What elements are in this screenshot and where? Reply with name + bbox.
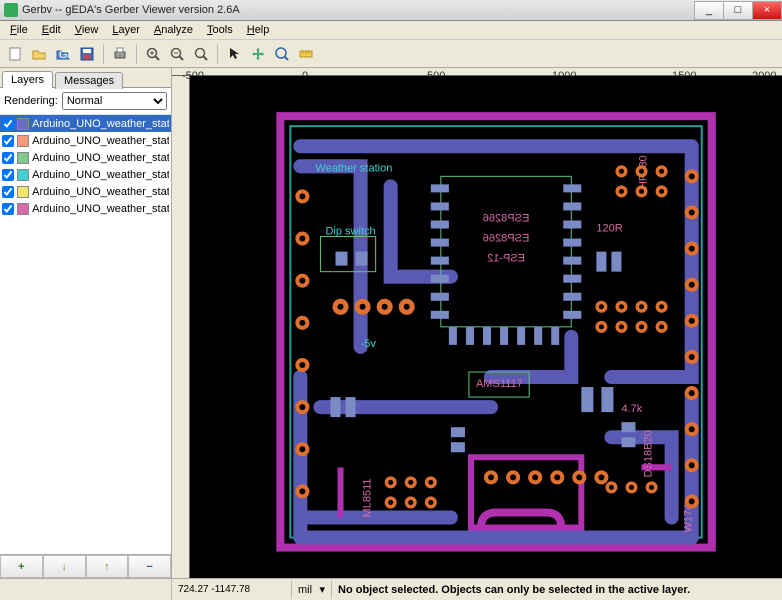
silk-chip3: ESP-12 [487, 253, 525, 265]
layer-name-label: Arduino_UNO_weather_station_: [32, 169, 169, 181]
silk-chip2: ESP8266 [483, 233, 530, 245]
menu-layer[interactable]: Layer [106, 23, 146, 37]
add-layer-button[interactable]: + [0, 555, 43, 578]
menubar: File Edit View Layer Analyze Tools Help [0, 21, 782, 40]
tab-messages[interactable]: Messages [55, 72, 123, 89]
zoom-tool-icon[interactable] [271, 43, 293, 65]
layer-visibility-checkbox[interactable] [2, 135, 14, 147]
layer-color-swatch[interactable] [17, 135, 29, 147]
layer-color-swatch[interactable] [17, 118, 29, 130]
menu-view[interactable]: View [69, 23, 105, 37]
window-title: Gerbv -- gEDA's Gerber Viewer version 2.… [22, 4, 240, 16]
remove-layer-button[interactable]: − [128, 555, 171, 578]
silk-minus5v: -5v [361, 338, 377, 350]
layer-name-label: Arduino_UNO_weather_station_: [32, 203, 169, 215]
silk-chip1: ESP8266 [483, 213, 530, 225]
layer-row[interactable]: Arduino_UNO_weather_station_: [0, 115, 171, 132]
layer-name-label: Arduino_UNO_weather_station_: [32, 135, 169, 147]
layer-color-swatch[interactable] [17, 203, 29, 215]
titlebar: Gerbv -- gEDA's Gerber Viewer version 2.… [0, 0, 782, 21]
open-icon[interactable] [28, 43, 50, 65]
silk-r1: 120R [596, 223, 622, 235]
layer-row[interactable]: Arduino_UNO_weather_station_: [0, 200, 171, 217]
layer-name-label: Arduino_UNO_weather_station_: [32, 152, 169, 164]
layer-visibility-checkbox[interactable] [2, 186, 14, 198]
menu-analyze[interactable]: Analyze [148, 23, 199, 37]
toolbar: GB [0, 40, 782, 68]
layer-row[interactable]: Arduino_UNO_weather_station_: [0, 166, 171, 183]
layer-row[interactable]: Arduino_UNO_weather_station_: [0, 132, 171, 149]
layer-visibility-checkbox[interactable] [2, 118, 14, 130]
silk-title: Weather station [315, 163, 392, 175]
viewer: -5000500100015002000 [172, 68, 782, 578]
status-coord: 724.27 -1147.78 [172, 581, 292, 599]
pointer-icon[interactable] [223, 43, 245, 65]
print-icon[interactable] [109, 43, 131, 65]
status-message: No object selected. Objects can only be … [332, 581, 782, 599]
menu-help[interactable]: Help [241, 23, 276, 37]
new-icon[interactable] [4, 43, 26, 65]
ruler-vertical [172, 76, 190, 578]
menu-tools[interactable]: Tools [201, 23, 239, 37]
layer-name-label: Arduino_UNO_weather_station_: [32, 186, 169, 198]
layer-visibility-checkbox[interactable] [2, 169, 14, 181]
menu-file[interactable]: File [4, 23, 34, 37]
layer-visibility-checkbox[interactable] [2, 152, 14, 164]
layer-visibility-checkbox[interactable] [2, 203, 14, 215]
menu-edit[interactable]: Edit [36, 23, 67, 37]
layer-color-swatch[interactable] [17, 152, 29, 164]
rendering-label: Rendering: [4, 95, 58, 107]
silk-dip: Dip switch [325, 226, 375, 238]
layer-name-label: Arduino_UNO_weather_station_: [32, 118, 169, 130]
pcb-canvas[interactable]: Weather station ESP8266 ESP8266 ESP-12 D… [190, 76, 782, 578]
close-button[interactable]: × [752, 1, 782, 20]
silk-vreg: AMS1117 [476, 378, 523, 390]
sidebar: Layers Messages Rendering: Normal Arduin… [0, 68, 172, 578]
layer-color-swatch[interactable] [17, 186, 29, 198]
status-unit[interactable]: mil▾ [292, 581, 332, 599]
silk-ds: DS18B20 [643, 431, 655, 478]
move-up-button[interactable]: ↑ [86, 555, 129, 578]
silk-r2: 4.7k [621, 403, 642, 415]
zoom-fit-icon[interactable] [190, 43, 212, 65]
rendering-select[interactable]: Normal [62, 92, 167, 110]
app-icon [4, 3, 18, 17]
layer-row[interactable]: Arduino_UNO_weather_station_: [0, 149, 171, 166]
layer-list: Arduino_UNO_weather_station_: Arduino_UNO… [0, 115, 171, 554]
ruler-horizontal: -5000500100015002000 [172, 68, 782, 76]
silk-ml: ML8511 [362, 479, 374, 518]
save-icon[interactable] [76, 43, 98, 65]
pan-icon[interactable] [247, 43, 269, 65]
svg-text:GB: GB [59, 49, 71, 61]
move-down-button[interactable]: ↓ [43, 555, 86, 578]
layer-row[interactable]: Arduino_UNO_weather_station_: [0, 183, 171, 200]
statusbar: 724.27 -1147.78 mil▾ No object selected.… [0, 578, 782, 600]
revert-icon[interactable]: GB [52, 43, 74, 65]
tab-layers[interactable]: Layers [2, 71, 53, 88]
minimize-button[interactable]: _ [694, 1, 724, 20]
zoom-out-icon[interactable] [166, 43, 188, 65]
measure-icon[interactable] [295, 43, 317, 65]
maximize-button[interactable]: □ [723, 1, 753, 20]
layer-color-swatch[interactable] [17, 169, 29, 181]
zoom-in-icon[interactable] [142, 43, 164, 65]
